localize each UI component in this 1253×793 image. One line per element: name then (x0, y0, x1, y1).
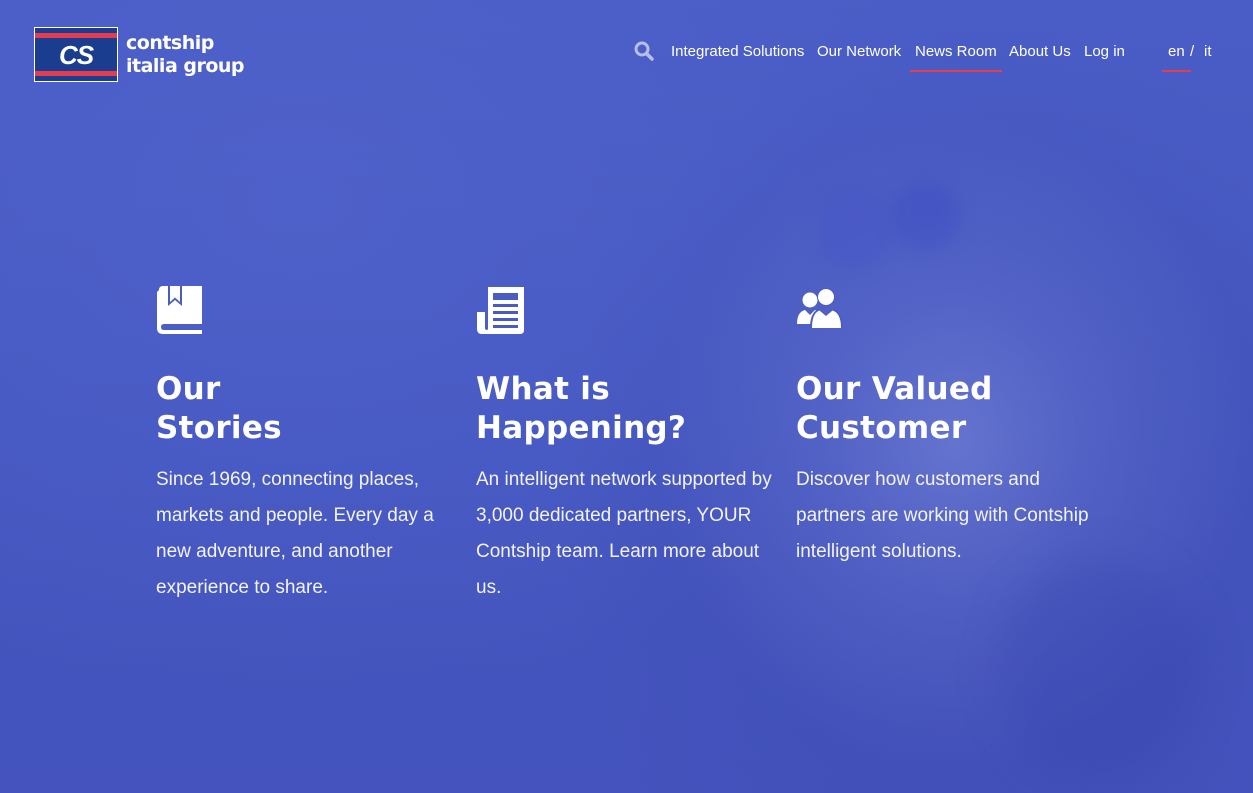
logo-mark: CS (34, 27, 118, 82)
feature-description: An intelligent network supported by 3,00… (476, 469, 772, 598)
background-blur-shape (1000, 560, 1200, 780)
logo-mark-text: CS (58, 39, 94, 70)
feature-title: What is Happening? (476, 371, 687, 446)
book-icon (156, 286, 456, 336)
nav-integrated-solutions[interactable]: Integrated Solutions (671, 43, 804, 60)
nav-our-network[interactable]: Our Network (817, 43, 901, 60)
background-blur-shape (890, 180, 960, 250)
logo-wordmark: contship italia group (126, 31, 245, 78)
feature-title: Our Valued Customer (796, 371, 993, 446)
nav-news-room[interactable]: News Room (910, 43, 1002, 72)
logo-name-line1: contship (126, 31, 214, 54)
lang-separator: / (1190, 43, 1195, 60)
lang-en[interactable]: en (1162, 43, 1191, 72)
search-icon[interactable] (634, 41, 656, 63)
nav-log-in[interactable]: Log in (1084, 43, 1125, 60)
feature-our-stories[interactable]: Our Stories Since 1969, connecting place… (156, 286, 456, 606)
background-blur-shape (820, 190, 890, 270)
feature-our-valued-customer[interactable]: Our Valued Customer Discover how custome… (796, 286, 1096, 570)
brand-logo[interactable]: CS contship italia group (34, 27, 245, 82)
nav-about-us[interactable]: About Us (1009, 43, 1071, 60)
lang-it[interactable]: it (1204, 43, 1212, 60)
feature-description: Since 1969, connecting places, markets a… (156, 469, 434, 598)
users-icon (796, 286, 1096, 336)
feature-what-is-happening[interactable]: What is Happening? An intelligent networ… (476, 286, 776, 606)
newspaper-icon (476, 286, 776, 336)
logo-name-line2: italia group (126, 54, 245, 77)
feature-title: Our Stories (156, 371, 282, 446)
feature-description: Discover how customers and partners are … (796, 469, 1089, 562)
